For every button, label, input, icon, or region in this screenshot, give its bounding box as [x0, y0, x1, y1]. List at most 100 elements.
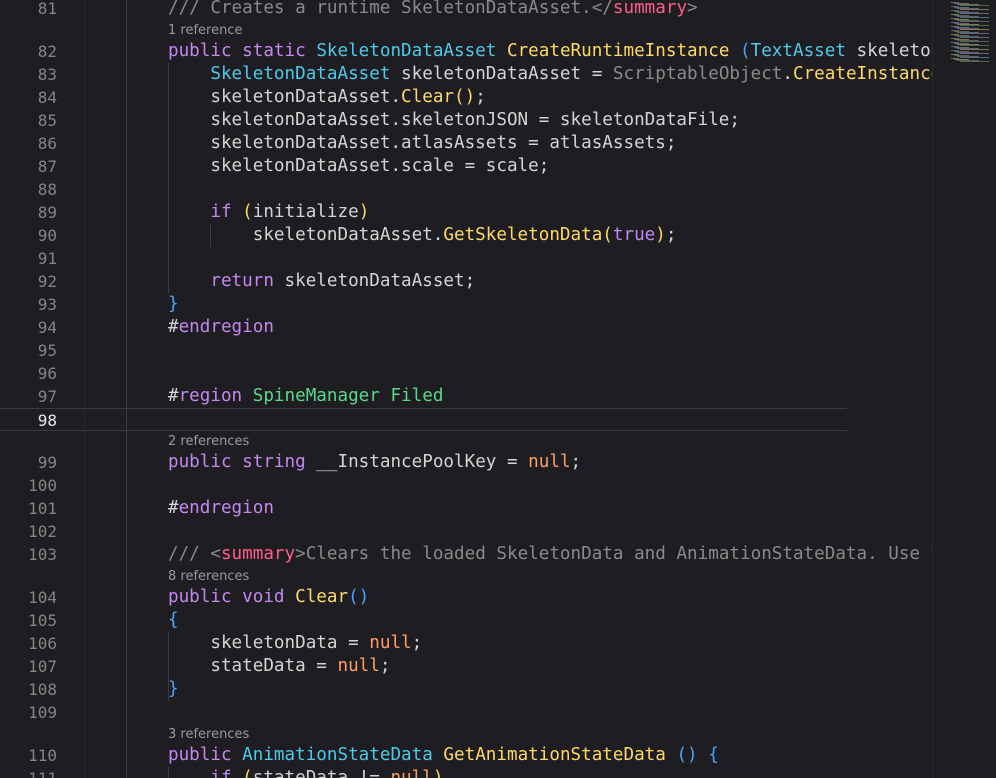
- minimap-line: [960, 57, 989, 58]
- line-number: 106: [28, 634, 57, 653]
- code-text: if (initialize): [168, 201, 369, 224]
- line-number: 100: [28, 476, 57, 495]
- code-token: ScriptableObject: [612, 64, 783, 84]
- minimap-line: [960, 45, 989, 46]
- code-line[interactable]: 81 /// Creates a runtime SkeletonDataAsse…: [0, 0, 932, 20]
- code-line[interactable]: 103 /// <summary>Clears the loaded Skelet…: [0, 543, 932, 566]
- code-line[interactable]: 109: [0, 701, 932, 724]
- code-line[interactable]: 110 public AnimationStateData GetAnimatio…: [0, 744, 932, 767]
- code-token: skeletonDataAsset =: [390, 64, 613, 84]
- minimap-line: [960, 37, 989, 38]
- line-number: 95: [37, 341, 57, 360]
- code-text: skeletonDataAsset.Clear();: [168, 86, 485, 109]
- code-token: initialize: [252, 202, 359, 222]
- code-token: Clear: [295, 587, 349, 607]
- code-line[interactable]: 96: [0, 362, 932, 385]
- line-number: 84: [37, 88, 57, 107]
- code-token: public: [168, 41, 232, 61]
- code-line[interactable]: 100: [0, 474, 932, 497]
- code-line[interactable]: 106 skeletonData = null;: [0, 632, 932, 655]
- code-text: public void Clear(): [168, 586, 369, 609]
- line-number: 85: [37, 111, 57, 130]
- line-number: 101: [28, 499, 57, 518]
- minimap-line: [960, 29, 989, 30]
- code-line[interactable]: 97 #region SpineManager Filed: [0, 385, 932, 408]
- code-line[interactable]: 87 skeletonDataAsset.scale = scale;: [0, 155, 932, 178]
- code-line[interactable]: 101 #endregion: [0, 497, 932, 520]
- code-token: void: [242, 587, 285, 607]
- code-line[interactable]: 107 stateData = null;: [0, 655, 932, 678]
- minimap-line: [960, 9, 989, 10]
- code-line[interactable]: 86 skeletonDataAsset.atlasAssets = atlas…: [0, 132, 932, 155]
- code-token: (: [602, 225, 613, 245]
- code-line[interactable]: 111 if (stateData != null): [0, 767, 932, 778]
- code-token: GetSkeletonData: [443, 225, 603, 245]
- code-line[interactable]: 94 #endregion: [0, 316, 932, 339]
- code-token: return: [210, 271, 274, 291]
- line-number: 81: [37, 0, 57, 18]
- code-token: #: [168, 386, 179, 406]
- minimap-line: [960, 5, 989, 6]
- line-number: 89: [37, 203, 57, 222]
- code-line[interactable]: 90 skeletonDataAsset.GetSkeletonData(tru…: [0, 224, 932, 247]
- code-token: (: [242, 768, 253, 778]
- code-token: __InstancePoolKey =: [305, 452, 529, 472]
- line-number: 98: [37, 411, 57, 430]
- code-token: endregion: [178, 317, 274, 337]
- code-text: return skeletonDataAsset;: [168, 270, 475, 293]
- code-text: {: [168, 609, 179, 632]
- code-text: /// Creates a runtime SkeletonDataAsset.…: [168, 0, 698, 20]
- code-token: (: [242, 202, 253, 222]
- code-token: (: [740, 41, 751, 61]
- code-line[interactable]: 88: [0, 178, 932, 201]
- code-line[interactable]: 92 return skeletonDataAsset;: [0, 270, 932, 293]
- code-token: {: [708, 745, 719, 765]
- code-token: #: [168, 317, 179, 337]
- minimap-line: [960, 61, 989, 62]
- minimap[interactable]: [932, 0, 996, 778]
- code-text: public AnimationStateData GetAnimationSt…: [168, 744, 719, 767]
- code-line[interactable]: 89 if (initialize): [0, 201, 932, 224]
- code-token: .: [782, 64, 793, 84]
- code-token: GetAnimationStateData: [443, 745, 666, 765]
- codelens-references[interactable]: 1 reference: [168, 21, 242, 41]
- code-line[interactable]: 108}: [0, 678, 932, 701]
- code-line[interactable]: 98: [0, 408, 847, 431]
- code-line[interactable]: 95: [0, 339, 932, 362]
- minimap-line: [960, 17, 989, 18]
- code-token: Clear: [401, 87, 455, 107]
- code-line[interactable]: 84 skeletonDataAsset.Clear();: [0, 86, 932, 109]
- codelens-references[interactable]: 2 references: [168, 432, 249, 452]
- line-number: 88: [37, 180, 57, 199]
- code-editor[interactable]: 81 /// Creates a runtime SkeletonDataAsse…: [0, 0, 932, 778]
- code-line[interactable]: 104 public void Clear(): [0, 586, 932, 609]
- code-line[interactable]: 99 public string __InstancePoolKey = null…: [0, 451, 932, 474]
- code-token: true: [612, 225, 656, 245]
- code-line[interactable]: 93}: [0, 293, 932, 316]
- codelens-references[interactable]: 3 references: [168, 725, 249, 745]
- line-number: 82: [37, 42, 57, 61]
- line-number: 108: [28, 680, 57, 699]
- code-line[interactable]: 83 SkeletonDataAsset skeletonDataAsset =…: [0, 63, 932, 86]
- code-text: if (stateData != null): [168, 767, 443, 778]
- code-token: (): [676, 745, 698, 765]
- code-line[interactable]: 85 skeletonDataAsset.skeletonJSON = skel…: [0, 109, 932, 132]
- code-token: >: [687, 0, 698, 18]
- code-line[interactable]: 91: [0, 247, 932, 270]
- code-token: skeleton: [845, 41, 932, 61]
- code-token: SpineManager Filed: [252, 386, 444, 406]
- code-line[interactable]: 105 {: [0, 609, 932, 632]
- codelens-references[interactable]: 8 references: [168, 567, 249, 587]
- line-number: 96: [37, 364, 57, 383]
- code-token: ;: [379, 656, 391, 676]
- line-number: 86: [37, 134, 57, 153]
- minimap-line: [960, 25, 989, 26]
- code-token: null: [369, 633, 412, 653]
- code-line[interactable]: 82 public static SkeletonDataAsset Create…: [0, 40, 932, 63]
- minimap-line: [960, 33, 989, 34]
- code-line[interactable]: 102: [0, 520, 932, 543]
